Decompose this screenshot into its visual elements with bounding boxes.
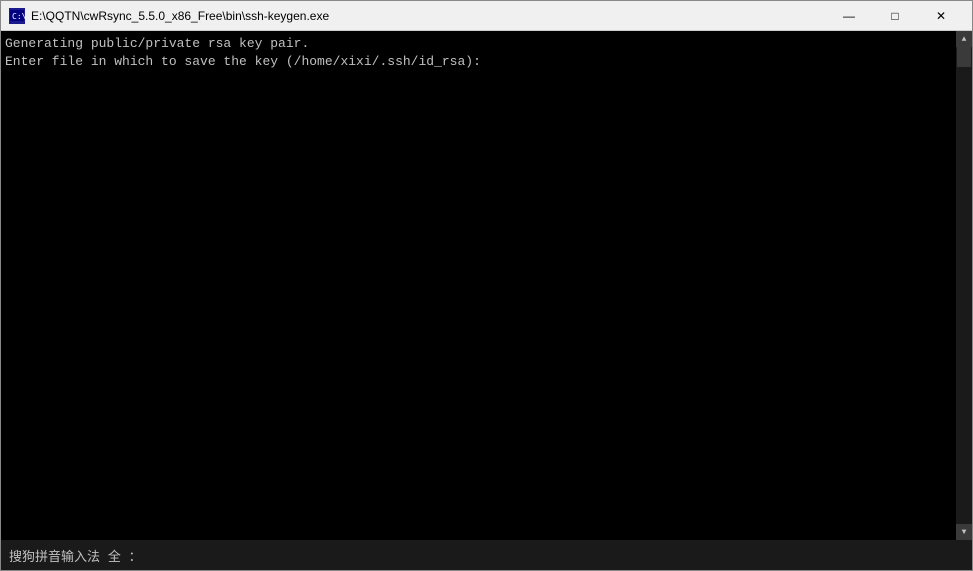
svg-text:C:\: C:\ (12, 12, 25, 21)
scrollbar-thumb[interactable] (957, 47, 971, 67)
scroll-up-arrow[interactable]: ▲ (956, 31, 972, 47)
minimize-button[interactable]: — (826, 1, 872, 31)
console-output: Generating public/private rsa key pair. … (1, 31, 972, 540)
ime-bar: 搜狗拼音输入法 全 ： (1, 540, 972, 570)
maximize-button[interactable]: □ (872, 1, 918, 31)
scrollbar-track[interactable] (956, 47, 972, 524)
terminal-icon: C:\ (9, 8, 25, 24)
ime-text: 搜狗拼音输入法 全 ： (9, 546, 142, 565)
window-title: E:\QQTN\cwRsync_5.5.0_x86_Free\bin\ssh-k… (31, 9, 826, 23)
console-line-1: Generating public/private rsa key pair. (5, 36, 309, 51)
scrollbar[interactable]: ▲ ▼ (956, 31, 972, 540)
title-bar: C:\ E:\QQTN\cwRsync_5.5.0_x86_Free\bin\s… (1, 1, 972, 31)
scroll-down-arrow[interactable]: ▼ (956, 524, 972, 540)
close-button[interactable]: ✕ (918, 1, 964, 31)
console-area[interactable]: Generating public/private rsa key pair. … (1, 31, 972, 540)
console-line-2: Enter file in which to save the key (/ho… (5, 54, 481, 69)
window-controls: — □ ✕ (826, 1, 964, 31)
terminal-window: C:\ E:\QQTN\cwRsync_5.5.0_x86_Free\bin\s… (0, 0, 973, 571)
